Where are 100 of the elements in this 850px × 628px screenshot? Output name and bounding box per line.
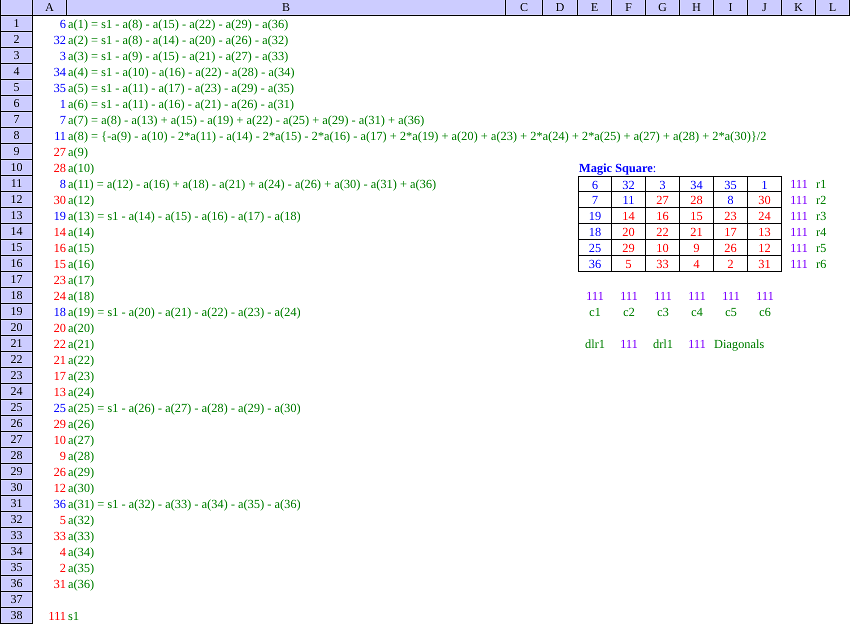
row-header[interactable]: 32 bbox=[0, 512, 33, 528]
row-header[interactable]: 18 bbox=[0, 288, 33, 304]
column-header[interactable]: J bbox=[748, 0, 782, 16]
formula-text: a(15) bbox=[67, 240, 94, 256]
row-header[interactable]: 33 bbox=[0, 528, 33, 544]
formula-text: a(10) bbox=[67, 160, 94, 176]
value-cell-text: 4 bbox=[58, 544, 67, 560]
formula-text: a(26) bbox=[67, 416, 94, 432]
value-cell-text: 3 bbox=[58, 48, 67, 64]
row-header[interactable]: 20 bbox=[0, 320, 33, 336]
column-header[interactable]: E bbox=[578, 0, 612, 16]
row-label: r6 bbox=[816, 256, 826, 272]
formula-text: a(24) bbox=[67, 384, 94, 400]
square-cell: 28 bbox=[680, 192, 714, 208]
row-label: r4 bbox=[816, 224, 826, 240]
row-header[interactable]: 21 bbox=[0, 336, 33, 352]
row-header[interactable]: 19 bbox=[0, 304, 33, 320]
column-header[interactable]: F bbox=[612, 0, 646, 16]
formula-text: a(33) bbox=[67, 528, 94, 544]
value-cell-text: 18 bbox=[52, 304, 67, 320]
column-total: 111 bbox=[619, 288, 639, 304]
row-label: r3 bbox=[816, 208, 826, 224]
square-cell: 6 bbox=[578, 176, 612, 192]
square-cell: 36 bbox=[578, 256, 612, 272]
row-header[interactable]: 16 bbox=[0, 256, 33, 272]
row-header[interactable]: 6 bbox=[0, 96, 33, 112]
row-header[interactable]: 31 bbox=[0, 496, 33, 512]
value-cell-text: 15 bbox=[52, 256, 67, 272]
column-total: 111 bbox=[653, 288, 673, 304]
sum-label: s1 bbox=[67, 608, 80, 624]
row-header[interactable]: 34 bbox=[0, 544, 33, 560]
row-header[interactable]: 30 bbox=[0, 480, 33, 496]
row-header[interactable]: 15 bbox=[0, 240, 33, 256]
row-header[interactable]: 11 bbox=[0, 176, 33, 192]
row-label: r2 bbox=[816, 192, 826, 208]
square-cell: 23 bbox=[714, 208, 748, 224]
column-header[interactable]: H bbox=[680, 0, 714, 16]
column-header[interactable]: B bbox=[67, 0, 506, 16]
sheet-corner bbox=[0, 0, 33, 16]
column-header[interactable]: L bbox=[816, 0, 850, 16]
value-cell-text: 20 bbox=[52, 320, 67, 336]
square-cell: 14 bbox=[612, 208, 646, 224]
row-header[interactable]: 3 bbox=[0, 48, 33, 64]
column-header[interactable]: D bbox=[543, 0, 578, 16]
formula-text: a(8) = {-a(9) - a(10) - 2*a(11) - a(14) - 2*a(15) - 2*a(16) - a(17) + 2*a(19) + a(20) + a(23) + 2*a(24) + 2*a(25) + a(27) + a(28) + 2*a(30)}/2 bbox=[67, 128, 766, 144]
row-header[interactable]: 8 bbox=[0, 128, 33, 144]
column-total: 111 bbox=[721, 288, 741, 304]
row-header[interactable]: 27 bbox=[0, 432, 33, 448]
value-cell-text: 11 bbox=[53, 128, 67, 144]
row-header[interactable]: 22 bbox=[0, 352, 33, 368]
row-header[interactable]: 28 bbox=[0, 448, 33, 464]
square-cell: 4 bbox=[680, 256, 714, 272]
formula-text: a(9) bbox=[67, 144, 88, 160]
row-total: 111 bbox=[789, 240, 809, 256]
row-header[interactable]: 13 bbox=[0, 208, 33, 224]
row-total: 111 bbox=[789, 224, 809, 240]
row-header[interactable]: 24 bbox=[0, 384, 33, 400]
row-header[interactable]: 12 bbox=[0, 192, 33, 208]
column-header[interactable]: C bbox=[506, 0, 543, 16]
column-header[interactable]: G bbox=[646, 0, 680, 16]
row-total: 111 bbox=[789, 208, 809, 224]
diagonal-total: 111 bbox=[687, 336, 707, 352]
row-header[interactable]: 36 bbox=[0, 576, 33, 592]
row-header[interactable]: 4 bbox=[0, 64, 33, 80]
row-header[interactable]: 9 bbox=[0, 144, 33, 160]
column-header[interactable]: A bbox=[33, 0, 67, 16]
formula-text: a(3) = s1 - a(9) - a(15) - a(21) - a(27) - a(33) bbox=[67, 48, 288, 64]
row-header[interactable]: 7 bbox=[0, 112, 33, 128]
row-header[interactable]: 29 bbox=[0, 464, 33, 480]
row-header[interactable]: 23 bbox=[0, 368, 33, 384]
column-header[interactable]: K bbox=[782, 0, 816, 16]
row-header[interactable]: 14 bbox=[0, 224, 33, 240]
row-header[interactable]: 17 bbox=[0, 272, 33, 288]
formula-text: a(32) bbox=[67, 512, 94, 528]
square-cell: 35 bbox=[714, 176, 748, 192]
square-cell: 3 bbox=[646, 176, 680, 192]
row-header[interactable]: 25 bbox=[0, 400, 33, 416]
column-label: c5 bbox=[725, 304, 737, 320]
value-cell-text: 17 bbox=[52, 368, 67, 384]
row-header[interactable]: 35 bbox=[0, 560, 33, 576]
row-header[interactable]: 37 bbox=[0, 592, 33, 608]
square-cell: 24 bbox=[748, 208, 782, 224]
square-cell: 20 bbox=[612, 224, 646, 240]
row-header[interactable]: 5 bbox=[0, 80, 33, 96]
value-cell-text: 16 bbox=[52, 240, 67, 256]
column-header[interactable]: I bbox=[714, 0, 748, 16]
row-header[interactable]: 26 bbox=[0, 416, 33, 432]
square-cell: 22 bbox=[646, 224, 680, 240]
row-header[interactable]: 10 bbox=[0, 160, 33, 176]
row-header[interactable]: 38 bbox=[0, 608, 33, 624]
square-cell: 19 bbox=[578, 208, 612, 224]
value-cell-text: 36 bbox=[52, 496, 67, 512]
value-cell-text: 5 bbox=[58, 512, 67, 528]
square-cell: 2 bbox=[714, 256, 748, 272]
formula-text: a(31) = s1 - a(32) - a(33) - a(34) - a(35) - a(36) bbox=[67, 496, 301, 512]
row-header[interactable]: 2 bbox=[0, 32, 33, 48]
square-cell: 5 bbox=[612, 256, 646, 272]
square-cell: 32 bbox=[612, 176, 646, 192]
row-header[interactable]: 1 bbox=[0, 16, 33, 32]
formula-text: a(2) = s1 - a(8) - a(14) - a(20) - a(26) - a(32) bbox=[67, 32, 288, 48]
